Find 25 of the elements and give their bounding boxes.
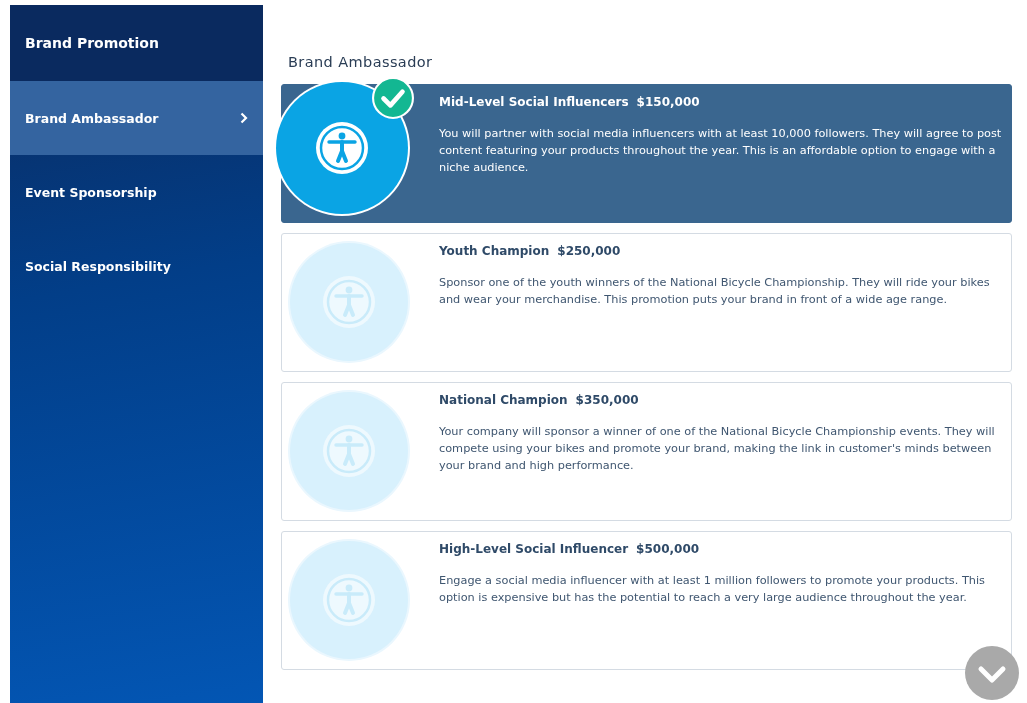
option-name: Youth Champion <box>439 244 550 258</box>
option-description: Engage a social media influencer with at least 1 million followers to promote your products. This option is expensive but has the potential to reach a very large audience throughout the year. <box>439 573 986 606</box>
option-name: Mid-Level Social Influencers <box>439 95 629 109</box>
section-title: Brand Ambassador <box>288 54 434 70</box>
option-price: $350,000 <box>575 393 639 407</box>
checkmark-badge-icon <box>372 77 414 119</box>
sidebar-item[interactable]: Event Sponsorship <box>10 155 263 229</box>
accessibility-person-icon <box>321 572 377 628</box>
chevron-down-icon <box>977 665 1007 685</box>
scroll-down-button[interactable] <box>965 646 1019 700</box>
chevron-right-icon <box>240 112 248 124</box>
sidebar-item[interactable]: Social Responsibility <box>10 229 263 303</box>
option-price: $500,000 <box>636 542 700 556</box>
option-description: You will partner with social media influencers with at least 10,000 followers. They will agree to post content featuring your products throughout the year. This is an affordable option to engage with a niche audience. <box>439 126 1003 176</box>
accessibility-person-icon <box>314 120 370 176</box>
accessibility-person-icon <box>321 423 377 479</box>
option-description: Sponsor one of the youth winners of the National Bicycle Championship. They will ride your bikes and wear your merchandise. This promotion puts your brand in front of a wide age range. <box>439 275 991 308</box>
option-name: National Champion <box>439 393 568 407</box>
sidebar-title: Brand Promotion <box>10 5 263 81</box>
accessibility-person-icon <box>321 274 377 330</box>
option-price: $250,000 <box>557 244 621 258</box>
sidebar-item[interactable]: Brand Ambassador <box>10 81 263 155</box>
option-name: High-Level Social Influencer <box>439 542 629 556</box>
option-description: Your company will sponsor a winner of one of the National Bicycle Championship events. They will compete using your bikes and promote your brand, making the link in customer's minds between your brand and high performance. <box>439 424 996 474</box>
option-price: $150,000 <box>636 95 700 109</box>
